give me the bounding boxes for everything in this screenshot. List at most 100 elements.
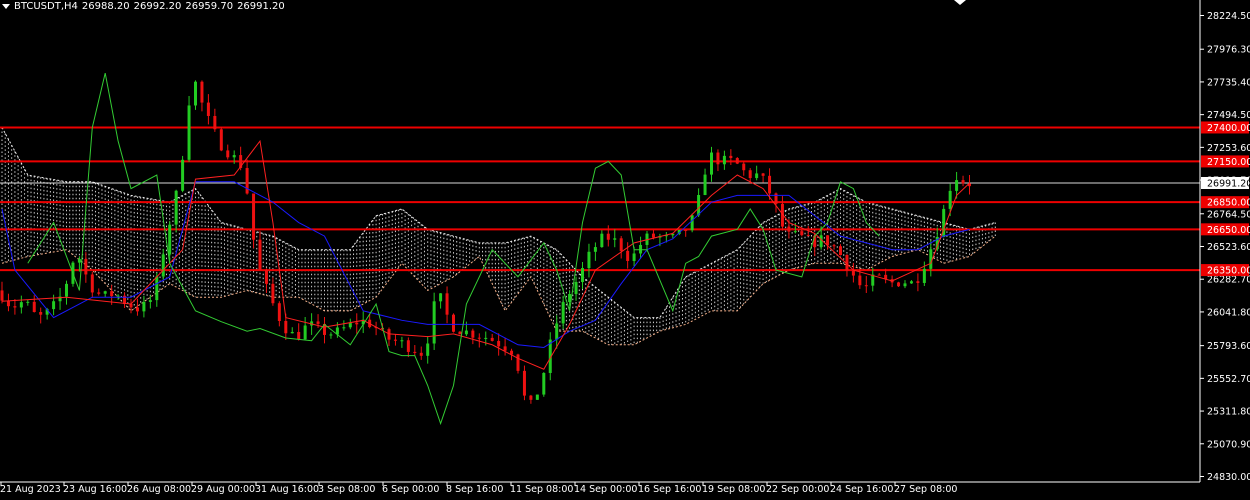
candle-body <box>529 395 533 400</box>
candle-body <box>174 190 178 225</box>
chart-shift-icon[interactable] <box>954 0 966 5</box>
y-tick-label: 27253.60 <box>1207 143 1250 154</box>
candle-body <box>348 322 352 328</box>
candle-body <box>271 283 275 304</box>
candle-body <box>484 337 488 339</box>
candle-body <box>103 291 107 294</box>
y-tick-label: 27494.50 <box>1207 110 1250 121</box>
x-tick-label: 19 Sep 08:00 <box>702 484 765 495</box>
candle-body <box>561 302 565 324</box>
candle-body <box>877 274 881 276</box>
candle-body <box>961 180 965 184</box>
candle-body <box>626 250 630 261</box>
y-tick-label: 25793.60 <box>1207 341 1250 352</box>
candle-body <box>581 268 584 283</box>
candle-body <box>490 337 494 341</box>
candle-body <box>290 331 294 334</box>
x-tick-label: 31 Aug 16:00 <box>255 484 319 495</box>
candle-body <box>471 330 475 338</box>
candle-body <box>297 331 301 340</box>
candle-body <box>755 173 759 179</box>
candle-body <box>90 274 94 293</box>
candle-body <box>722 155 726 165</box>
y-tick-label: 27735.40 <box>1207 77 1250 88</box>
candle-body <box>555 323 559 340</box>
candle-body <box>97 292 101 294</box>
candle-body <box>477 337 481 339</box>
candle-body <box>593 247 597 252</box>
candle-body <box>168 224 172 255</box>
candle-body <box>213 115 217 130</box>
y-tick-label: 25070.90 <box>1207 439 1250 450</box>
candle-body <box>452 314 455 332</box>
candle-body <box>955 180 959 191</box>
candle-body <box>600 233 604 248</box>
candle-body <box>793 231 797 233</box>
candle-body <box>903 283 907 287</box>
candle-body <box>826 235 830 246</box>
candle-body <box>716 152 720 165</box>
candle-body <box>864 285 868 287</box>
candle-body <box>65 283 68 297</box>
candle-body <box>39 312 43 315</box>
candle-body <box>742 163 746 171</box>
candle-body <box>219 129 223 151</box>
candle-body <box>710 152 713 175</box>
x-tick-label: 8 Sep 16:00 <box>446 484 503 495</box>
candle-body <box>909 281 913 284</box>
candle-body <box>632 253 636 261</box>
level-price-label: 27400.00 <box>1207 123 1250 134</box>
candle-body <box>155 276 159 301</box>
candle-body <box>187 105 191 160</box>
candle-body <box>516 354 520 371</box>
candle-body <box>458 331 462 335</box>
candle-body <box>851 270 855 276</box>
y-tick-label: 26041.80 <box>1207 307 1250 318</box>
y-tick-label: 24830.00 <box>1207 472 1250 483</box>
candle-body <box>232 155 236 158</box>
y-tick-label: 27976.30 <box>1207 45 1250 56</box>
candle-body <box>426 343 430 356</box>
candle-body <box>19 302 23 308</box>
level-price-label: 27150.00 <box>1207 157 1250 168</box>
candle-body <box>142 301 146 312</box>
candle-body <box>929 249 933 269</box>
current-price-label: 26991.20 <box>1207 178 1250 189</box>
candle-body <box>419 352 423 356</box>
price-chart[interactable]: 28224.50 27976.30 27735.40 27494.50 27253.60… <box>0 0 1250 500</box>
candle-body <box>52 301 56 310</box>
candle-body <box>161 254 165 277</box>
candle-body <box>806 235 810 237</box>
candle-body <box>613 238 617 240</box>
candle-body <box>839 246 842 256</box>
y-tick-label: 26523.60 <box>1207 242 1250 253</box>
candle-body <box>800 231 804 236</box>
x-tick-label: 21 Aug 2023 <box>0 484 61 495</box>
y-tick-label: 25552.70 <box>1207 374 1250 385</box>
candle-body <box>948 190 952 209</box>
candle-body <box>226 150 230 158</box>
x-tick-label: 23 Aug 16:00 <box>63 484 127 495</box>
candle-body <box>264 270 268 284</box>
candle-body <box>32 301 36 313</box>
candle-body <box>768 175 772 194</box>
candle-body <box>84 259 88 275</box>
level-price-label: 26850.00 <box>1207 198 1250 209</box>
candle-body <box>432 301 436 344</box>
x-tick-label: 24 Sep 16:00 <box>830 484 893 495</box>
candle-body <box>284 320 288 334</box>
candle-body <box>916 281 920 283</box>
x-tick-label: 27 Sep 08:00 <box>894 484 957 495</box>
candle-body <box>858 275 862 286</box>
x-tick-label: 11 Sep 08:00 <box>510 484 573 495</box>
cloud-span-a <box>1 127 996 319</box>
candle-body <box>897 282 901 287</box>
candle-body <box>697 195 701 216</box>
level-price-label: 26650.00 <box>1207 225 1250 236</box>
candle-body <box>303 325 307 340</box>
x-tick-label: 3 Sep 08:00 <box>318 484 375 495</box>
candle-body <box>393 339 397 341</box>
x-tick-label: 26 Aug 08:00 <box>127 484 191 495</box>
candle-body <box>574 282 578 294</box>
candle-body <box>651 233 655 238</box>
